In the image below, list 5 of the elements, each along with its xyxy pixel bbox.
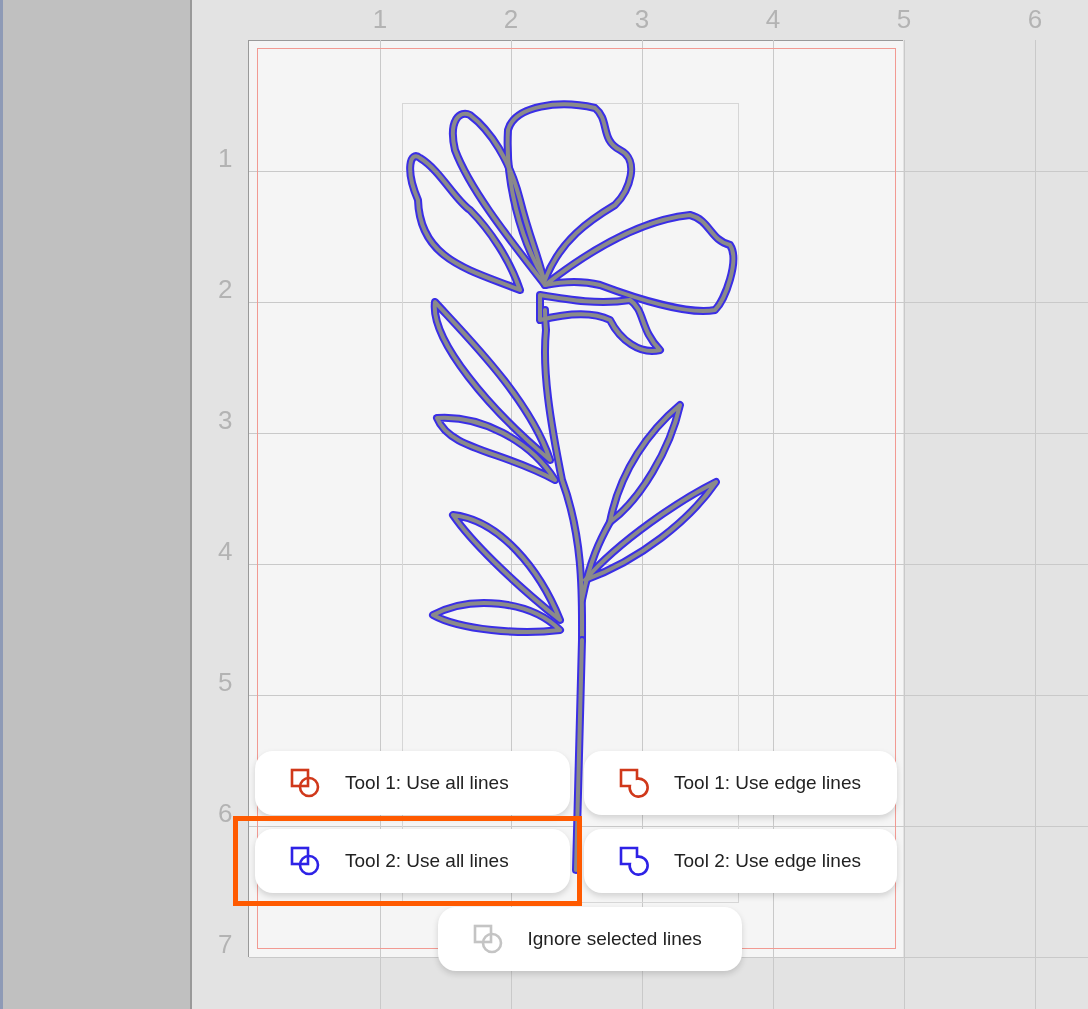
tool-option-button[interactable]: Tool 2: Use all lines (255, 829, 570, 893)
tool-option-button[interactable]: Ignore selected lines (437, 907, 742, 971)
tool-option-button[interactable]: Tool 1: Use all lines (255, 751, 570, 815)
tool-option-button[interactable]: Tool 1: Use edge lines (584, 751, 897, 815)
tool-option-button[interactable]: Tool 2: Use edge lines (584, 829, 897, 893)
